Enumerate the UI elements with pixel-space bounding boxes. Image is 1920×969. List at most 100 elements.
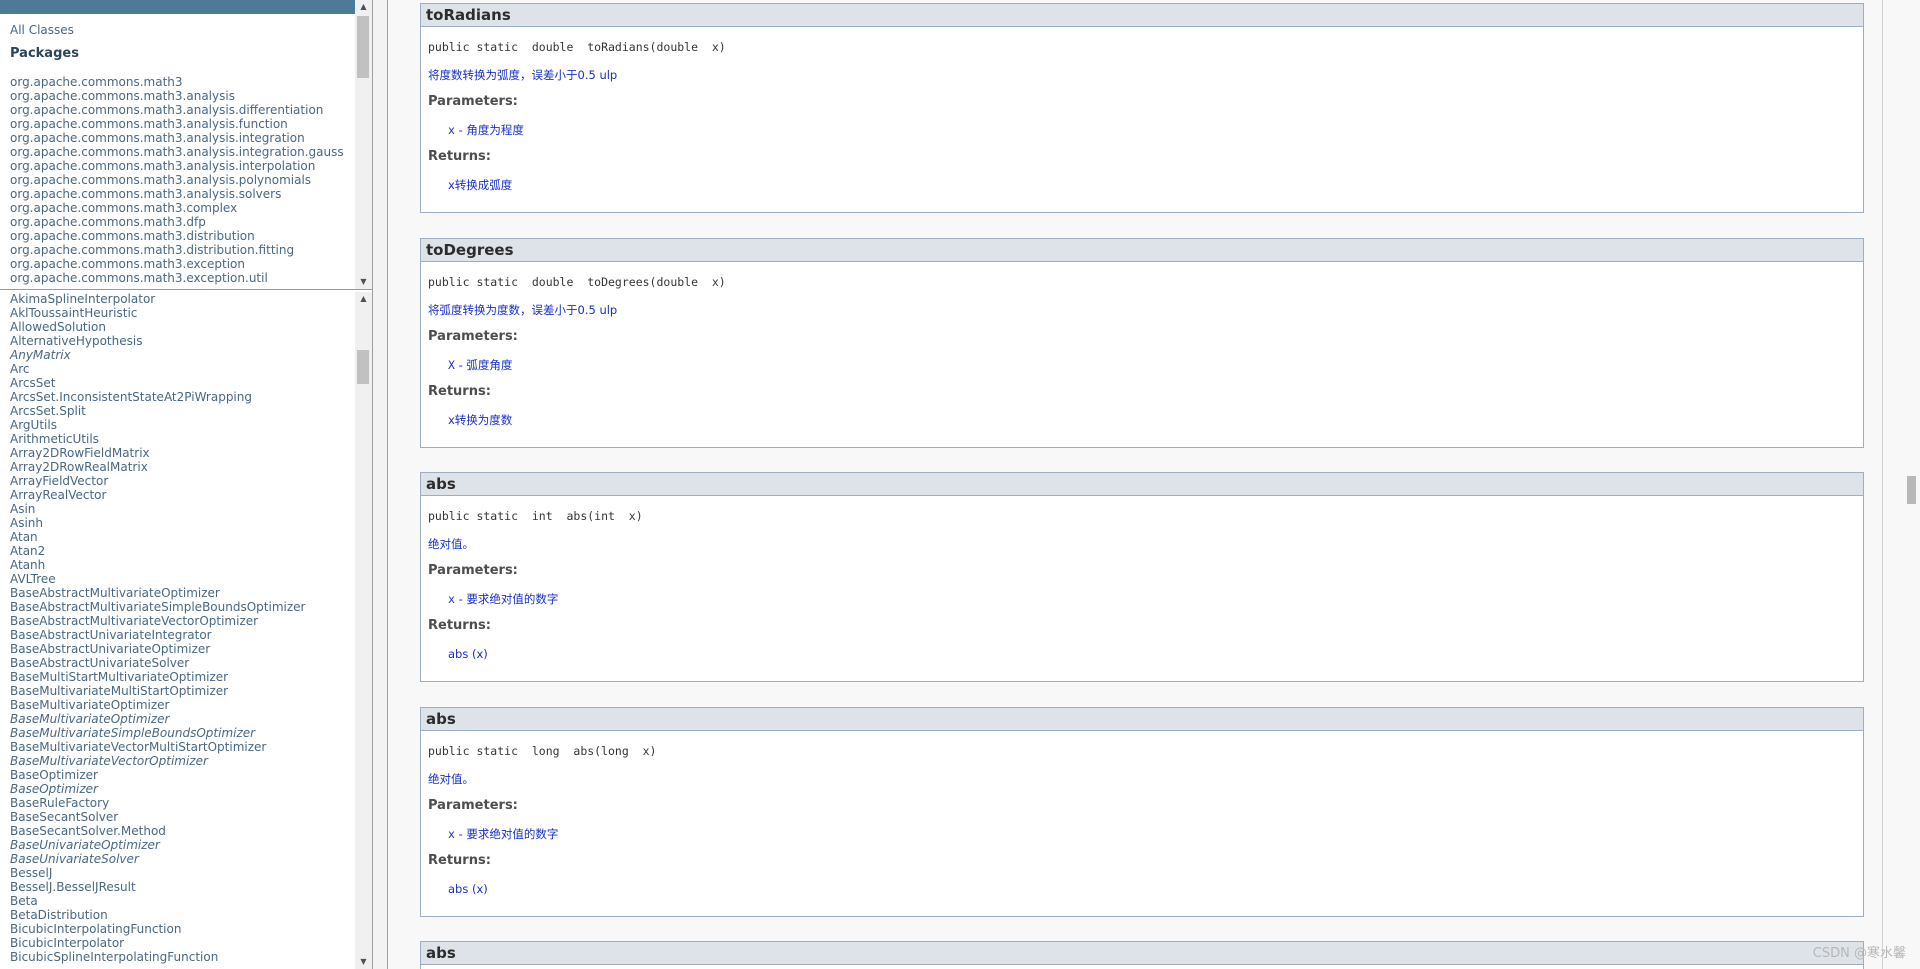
class-link[interactable]: BaseAbstractMultivariateOptimizer bbox=[10, 586, 372, 600]
class-link[interactable]: BaseAbstractMultivariateVectorOptimizer bbox=[10, 614, 372, 628]
package-link[interactable]: org.apache.commons.math3.analysis.integr… bbox=[10, 145, 372, 159]
class-link[interactable]: BaseSecantSolver bbox=[10, 810, 372, 824]
class-link[interactable]: BaseRuleFactory bbox=[10, 796, 372, 810]
interface-link[interactable]: BaseUnivariateSolver bbox=[10, 852, 372, 866]
frame-splitter[interactable] bbox=[372, 0, 388, 969]
method-description: 将度数转换为弧度，误差小于0.5 ulp bbox=[428, 68, 618, 82]
package-link[interactable]: org.apache.commons.math3.analysis.functi… bbox=[10, 117, 372, 131]
class-link[interactable]: AVLTree bbox=[10, 572, 372, 586]
returns-label: Returns: bbox=[428, 853, 491, 868]
scroll-thumb[interactable] bbox=[1907, 476, 1916, 504]
class-link[interactable]: Arc bbox=[10, 362, 372, 376]
class-link[interactable]: BicubicInterpolatingFunction bbox=[10, 922, 372, 936]
method-name: abs bbox=[421, 473, 1863, 496]
interface-link[interactable]: BaseUnivariateOptimizer bbox=[10, 838, 372, 852]
package-link[interactable]: org.apache.commons.math3.analysis.polyno… bbox=[10, 173, 372, 187]
class-link[interactable]: BaseMultiStartMultivariateOptimizer bbox=[10, 670, 372, 684]
class-link[interactable]: BetaDistribution bbox=[10, 908, 372, 922]
package-link[interactable]: org.apache.commons.math3.analysis.solver… bbox=[10, 187, 372, 201]
class-link[interactable]: ArcsSet.Split bbox=[10, 404, 372, 418]
class-link[interactable]: Array2DRowFieldMatrix bbox=[10, 446, 372, 460]
class-link[interactable]: BicubicSplineInterpolatingFunction bbox=[10, 950, 372, 964]
class-link[interactable]: Array2DRowRealMatrix bbox=[10, 460, 372, 474]
scroll-thumb[interactable] bbox=[357, 16, 369, 78]
scroll-thumb[interactable] bbox=[357, 350, 369, 384]
class-link[interactable]: ArrayRealVector bbox=[10, 488, 372, 502]
method-signature: public static long abs(long x) bbox=[428, 744, 657, 758]
class-link[interactable]: BaseSecantSolver.Method bbox=[10, 824, 372, 838]
class-link[interactable]: BesselJ.BesselJResult bbox=[10, 880, 372, 894]
packages-heading: Packages bbox=[10, 46, 79, 61]
frame-header-bar bbox=[0, 0, 355, 14]
main-scrollbar[interactable] bbox=[1903, 0, 1920, 969]
class-link[interactable]: ArcsSet bbox=[10, 376, 372, 390]
method-description: 绝对值。 bbox=[428, 772, 474, 786]
scroll-down-arrow-icon[interactable]: ▼ bbox=[355, 275, 372, 289]
class-link[interactable]: AklToussaintHeuristic bbox=[10, 306, 372, 320]
interface-link[interactable]: AnyMatrix bbox=[10, 348, 372, 362]
parameter-entry: x - 要求绝对值的数字 bbox=[448, 592, 1863, 606]
package-link[interactable]: org.apache.commons.math3.analysis.interp… bbox=[10, 159, 372, 173]
returns-label: Returns: bbox=[428, 384, 491, 399]
returns-description: abs (x) bbox=[448, 882, 488, 896]
class-link[interactable]: BaseOptimizer bbox=[10, 768, 372, 782]
package-link[interactable]: org.apache.commons.math3.analysis.differ… bbox=[10, 103, 372, 117]
class-link[interactable]: BaseMultivariateOptimizer bbox=[10, 698, 372, 712]
scroll-down-arrow-icon[interactable]: ▼ bbox=[355, 955, 372, 969]
class-link[interactable]: Atan2 bbox=[10, 544, 372, 558]
class-link[interactable]: BaseAbstractUnivariateSolver bbox=[10, 656, 372, 670]
watermark: CSDN @寒水馨 bbox=[1812, 946, 1906, 961]
package-link[interactable]: org.apache.commons.math3 bbox=[10, 75, 372, 89]
class-link[interactable]: BicubicInterpolator bbox=[10, 936, 372, 950]
class-link[interactable]: Atanh bbox=[10, 558, 372, 572]
class-link[interactable]: ArrayFieldVector bbox=[10, 474, 372, 488]
interface-link[interactable]: BaseMultivariateSimpleBoundsOptimizer bbox=[10, 726, 372, 740]
class-link[interactable]: Beta bbox=[10, 894, 372, 908]
class-link[interactable]: ArithmeticUtils bbox=[10, 432, 372, 446]
scroll-up-arrow-icon[interactable]: ▲ bbox=[355, 292, 372, 306]
package-link[interactable]: org.apache.commons.math3.analysis.integr… bbox=[10, 131, 372, 145]
class-link[interactable]: AkimaSplineInterpolator bbox=[10, 292, 372, 306]
packages-scrollbar[interactable]: ▲ ▼ bbox=[355, 0, 372, 289]
class-link[interactable]: Asinh bbox=[10, 516, 372, 530]
class-link[interactable]: BaseAbstractMultivariateSimpleBoundsOpti… bbox=[10, 600, 372, 614]
class-link[interactable]: BaseAbstractUnivariateOptimizer bbox=[10, 642, 372, 656]
class-detail-frame: toRadians public static double toRadians… bbox=[388, 0, 1920, 969]
packages-frame: All Classes Packages org.apache.commons.… bbox=[0, 0, 372, 290]
class-link[interactable]: BaseMultivariateVectorMultiStartOptimize… bbox=[10, 740, 372, 754]
method-signature: public static double toDegrees(double x) bbox=[428, 275, 726, 289]
package-link[interactable]: org.apache.commons.math3.complex bbox=[10, 201, 372, 215]
class-link[interactable]: AllowedSolution bbox=[10, 320, 372, 334]
method-name: toRadians bbox=[421, 4, 1863, 27]
package-link[interactable]: org.apache.commons.math3.dfp bbox=[10, 215, 372, 229]
class-link[interactable]: ArcsSet.InconsistentStateAt2PiWrapping bbox=[10, 390, 372, 404]
interface-link[interactable]: BaseMultivariateOptimizer bbox=[10, 712, 372, 726]
method-detail-list: toRadians public static double toRadians… bbox=[404, 0, 1882, 969]
package-link[interactable]: org.apache.commons.math3.distribution bbox=[10, 229, 372, 243]
parameter-entry: X - 弧度角度 bbox=[448, 358, 1863, 372]
scroll-up-arrow-icon[interactable]: ▲ bbox=[355, 0, 372, 14]
package-link[interactable]: org.apache.commons.math3.exception bbox=[10, 257, 372, 271]
parameters-label: Parameters: bbox=[428, 94, 518, 109]
class-link[interactable]: Asin bbox=[10, 502, 372, 516]
classes-scrollbar[interactable]: ▲ ▼ bbox=[355, 292, 372, 969]
class-link[interactable]: Atan bbox=[10, 530, 372, 544]
all-classes-link[interactable]: All Classes bbox=[10, 23, 372, 37]
class-link[interactable]: BaseMultivariateMultiStartOptimizer bbox=[10, 684, 372, 698]
interface-link[interactable]: BaseOptimizer bbox=[10, 782, 372, 796]
package-link[interactable]: org.apache.commons.math3.distribution.fi… bbox=[10, 243, 372, 257]
class-link[interactable]: BesselJ bbox=[10, 866, 372, 880]
interface-link[interactable]: BaseMultivariateVectorOptimizer bbox=[10, 754, 372, 768]
parameter-entry: x - 要求绝对值的数字 bbox=[448, 827, 1863, 841]
parameter-name: x bbox=[448, 592, 455, 606]
method-signature: public static int abs(int x) bbox=[428, 509, 643, 523]
class-link[interactable]: AlternativeHypothesis bbox=[10, 334, 372, 348]
package-link[interactable]: org.apache.commons.math3.exception.util bbox=[10, 271, 372, 285]
content-edge bbox=[1882, 0, 1883, 969]
parameter-description: - 弧度角度 bbox=[454, 358, 513, 372]
class-link[interactable]: BaseAbstractUnivariateIntegrator bbox=[10, 628, 372, 642]
method-name: abs bbox=[421, 942, 1863, 965]
package-link[interactable]: org.apache.commons.math3.analysis bbox=[10, 89, 372, 103]
classes-frame: AkimaSplineInterpolator AklToussaintHeur… bbox=[0, 292, 372, 969]
class-link[interactable]: ArgUtils bbox=[10, 418, 372, 432]
